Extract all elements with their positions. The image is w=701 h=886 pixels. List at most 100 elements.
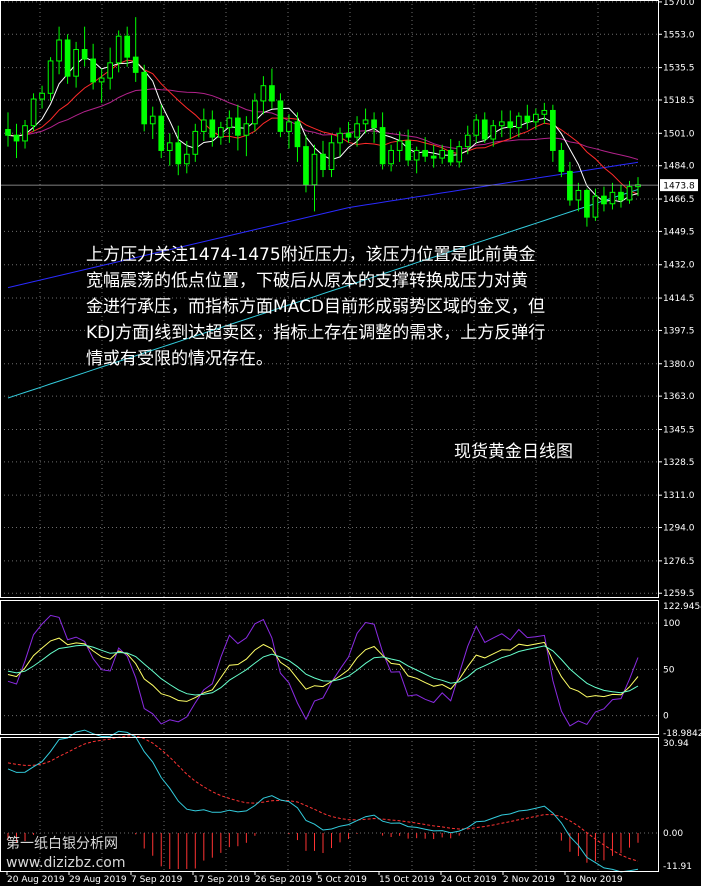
candle-body [473,119,480,136]
candle-body [337,132,343,144]
candle-body [81,49,88,60]
candle-body [550,109,556,151]
price-tick-label: 1535.5 [663,64,695,74]
candle-body [47,60,54,94]
candle-body [618,191,624,201]
kdj-tick-label: 100 [663,619,680,629]
date-tick-label: 12 Nov 2019 [565,875,623,885]
date-tick-label: 20 Aug 2019 [7,875,65,885]
candle-body [422,149,429,157]
candle-body [200,119,207,132]
price-tick-label: 1276.5 [663,557,695,567]
candle-body [217,127,224,138]
candle-body [320,153,326,170]
price-tick-label: 1397.5 [663,326,695,336]
candle-body [209,119,216,138]
price-tick-label: 1311.0 [663,491,695,501]
candle-body [532,113,539,123]
candle-body [354,123,360,138]
candle-body [439,149,446,159]
candle-body [226,117,233,129]
candle-body [64,39,71,77]
annotation-line: 上方压力关注1474-1475附近压力，该压力位置是此前黄金 [86,245,536,265]
candle-body [507,121,514,129]
price-tick-label: 1328.5 [663,458,695,468]
candle-body [328,142,335,170]
candle-body [124,35,131,58]
candle-body [541,109,548,115]
candle-body [141,71,148,125]
macd-tick-label: 30.94 [663,739,689,749]
candle-body [149,115,156,125]
annotation-line: KDJ方面J线到达超卖区，指标上存在调整的需求，上方反弹行 [86,323,546,343]
candle-body [158,115,165,151]
candle-body [183,153,190,165]
watermark: 第一纸白银分析网 www.dizizbz.com [6,835,125,873]
candle-body [515,115,522,129]
date-tick-label: 15 Oct 2019 [379,875,435,885]
analysis-annotation: 上方压力关注1474-1475附近压力，该压力位置是此前黄金 宽幅震荡的低点位置… [86,242,626,372]
candle-body [39,92,45,100]
date-tick-label: 17 Sep 2019 [193,875,250,885]
kdj-tick-label: 122.9454 [663,602,701,612]
watermark-url: www.dizizbz.com [6,855,126,871]
candle-body [252,100,258,125]
candle-body [405,140,411,161]
candle-body [277,100,284,132]
price-tick-label: 1570.0 [663,0,695,8]
candle-body [56,39,62,62]
date-tick-label: 2 Nov 2019 [503,875,555,885]
candle-body [481,119,488,140]
price-tick-label: 1345.5 [663,425,695,435]
candle-body [456,146,463,163]
candle-body [243,123,250,136]
watermark-name: 第一纸白银分析网 [6,836,118,852]
candle-body [269,85,275,102]
candle-body [609,191,616,205]
price-tick-label: 1259.5 [663,589,695,599]
candle-body [294,121,301,148]
candle-body [5,129,11,136]
candle-body [98,77,105,83]
candle-body [192,130,199,155]
candle-body [303,146,309,186]
price-tick-label: 1432.0 [663,261,695,271]
candle-body [362,119,369,125]
chart-title: 现货黄金日线图 [454,442,573,462]
candle-body [30,98,37,127]
candle-body [132,56,139,73]
candle-body [371,119,377,129]
annotation-line: 情或有受限的情况存在。 [86,349,273,369]
price-tick-label: 1553.0 [663,30,695,40]
candle-body [13,134,20,142]
date-tick-label: 7 Sep 2019 [131,875,183,885]
date-tick-label: 24 Oct 2019 [441,875,497,885]
candle-body [558,149,565,172]
candle-body [584,189,590,218]
candle-body [498,121,505,127]
candle-body [388,149,394,165]
candle-body [413,149,420,161]
price-tick-label: 1363.0 [663,392,695,402]
kdj-tick-label: -18.9842 [663,729,701,739]
candle-body [73,49,79,77]
annotation-line: 金进行承压，而指标方面MACD目前形成弱势区域的金叉，但 [86,297,545,317]
candle-body [592,195,599,218]
candle-body [524,115,531,123]
date-tick-label: 29 Aug 2019 [69,875,127,885]
annotation-line: 宽幅震荡的低点位置，下破后从原本的支撑转换成压力对黄 [86,271,528,291]
candle-body [601,195,607,205]
price-tick-label: 1518.5 [663,96,695,106]
price-tick-label: 1449.5 [663,227,695,237]
candle-body [567,170,573,201]
macd-tick-label: -11.91 [663,862,692,872]
candle-body [115,35,122,64]
price-tick-label: 1466.5 [663,195,695,205]
date-tick-label: 26 Sep 2019 [255,875,312,885]
candle-body [447,149,454,163]
candle-body [107,62,114,79]
current-price-label: 1473.8 [663,182,695,192]
candle-body [311,153,318,186]
candle-body [379,127,386,165]
candle-body [286,121,292,132]
